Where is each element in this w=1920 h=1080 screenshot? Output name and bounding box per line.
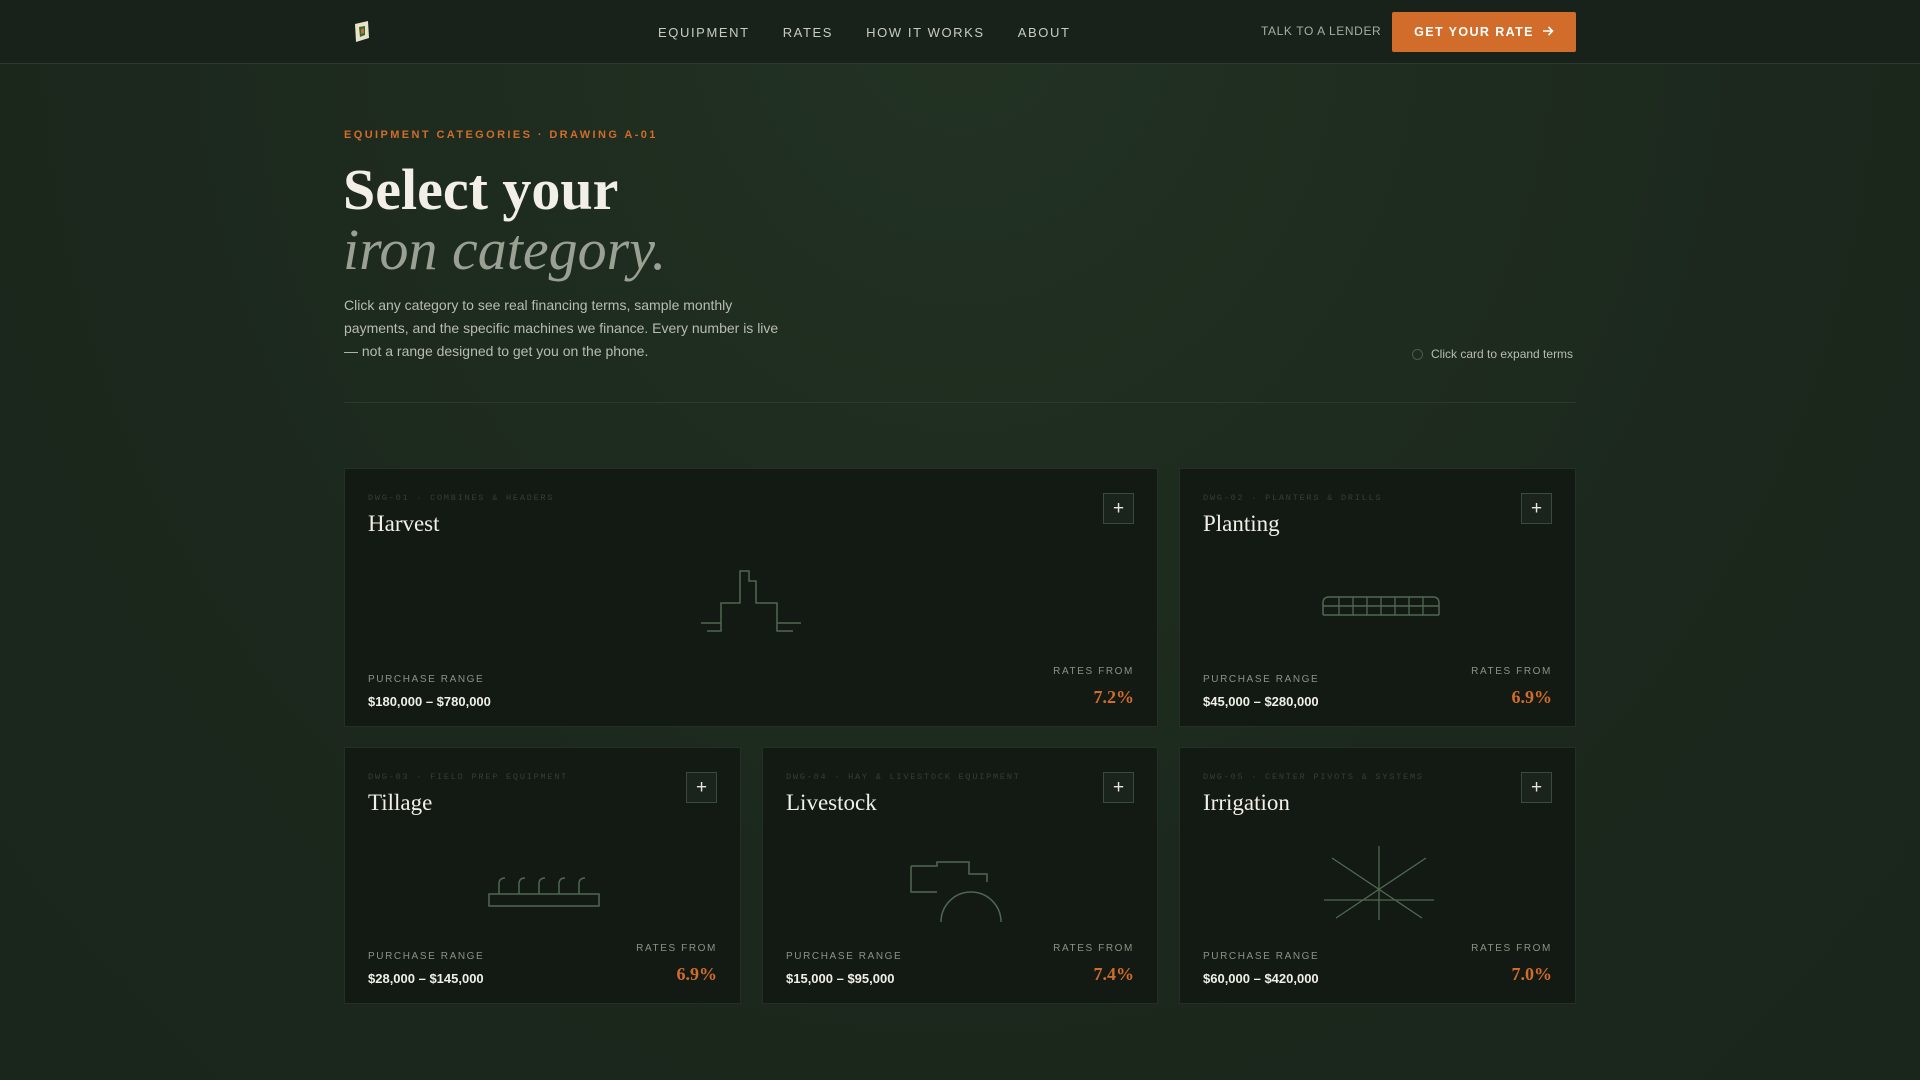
category-card-planting[interactable]: DWG-02 · PLANTERS & DRILLS Planting + PU…: [1179, 468, 1576, 727]
rates-from-label: RATES FROM: [636, 943, 717, 954]
intro-text: Click any category to see real financing…: [344, 297, 779, 359]
nav-link-equipment[interactable]: EQUIPMENT: [658, 25, 750, 40]
tillage-drawing-icon: [487, 874, 601, 913]
combine-drawing-icon: [701, 570, 803, 640]
section-eyebrow: EQUIPMENT CATEGORIES · DRAWING A-01: [344, 129, 658, 141]
purchase-range-label: PURCHASE RANGE: [1203, 674, 1320, 685]
expand-plus-icon[interactable]: +: [1521, 772, 1552, 803]
card-code: DWG-03 · FIELD PREP EQUIPMENT: [368, 772, 569, 782]
primary-nav: EQUIPMENT RATES HOW IT WORKS ABOUT: [658, 0, 1071, 64]
rate-value: 7.2%: [1093, 687, 1135, 707]
rates-from-label: RATES FROM: [1053, 666, 1134, 677]
card-title: Irrigation: [1203, 790, 1290, 815]
purchase-range-value: $45,000 – $280,000: [1203, 694, 1319, 709]
rates-from-label: RATES FROM: [1471, 666, 1552, 677]
purchase-range-label: PURCHASE RANGE: [368, 951, 485, 962]
purchase-range-value: $60,000 – $420,000: [1203, 971, 1319, 986]
category-card-irrigation[interactable]: DWG-05 · CENTER PIVOTS & SYSTEMS Irrigat…: [1179, 747, 1576, 1004]
page-title-line1: Select your: [343, 157, 619, 222]
divider: [344, 402, 1576, 403]
rate-value: 7.4%: [1093, 964, 1135, 984]
purchase-range-value: $15,000 – $95,000: [786, 971, 895, 986]
info-dot-icon: [1412, 348, 1423, 360]
expand-plus-icon[interactable]: +: [686, 772, 717, 803]
pivot-drawing-icon: [1322, 844, 1436, 927]
purchase-range-label: PURCHASE RANGE: [368, 674, 485, 685]
purchase-range-label: PURCHASE RANGE: [1203, 951, 1320, 962]
card-code: DWG-05 · CENTER PIVOTS & SYSTEMS: [1203, 772, 1424, 782]
expand-plus-icon[interactable]: +: [1103, 772, 1134, 803]
rates-from-label: RATES FROM: [1053, 943, 1134, 954]
category-card-tillage[interactable]: DWG-03 · FIELD PREP EQUIPMENT Tillage + …: [344, 747, 741, 1004]
category-card-livestock[interactable]: DWG-04 · HAY & LIVESTOCK EQUIPMENT Lives…: [762, 747, 1158, 1004]
baler-drawing-icon: [909, 860, 1005, 929]
purchase-range-label: PURCHASE RANGE: [786, 951, 903, 962]
card-title: Planting: [1203, 511, 1280, 536]
nav-link-how-it-works[interactable]: HOW IT WORKS: [866, 25, 985, 40]
expand-hint: Click card to expand terms: [1412, 347, 1573, 361]
card-code: DWG-02 · PLANTERS & DRILLS: [1203, 493, 1383, 503]
card-code: DWG-01 · COMBINES & HEADERS: [368, 493, 555, 503]
talk-to-lender-link[interactable]: TALK TO A LENDER: [1261, 24, 1381, 38]
top-nav: EQUIPMENT RATES HOW IT WORKS ABOUT TALK …: [0, 0, 1920, 64]
rate-value: 6.9%: [1511, 687, 1553, 707]
rates-from-label: RATES FROM: [1471, 943, 1552, 954]
nav-link-rates[interactable]: RATES: [783, 25, 833, 40]
card-title: Harvest: [368, 511, 440, 536]
card-title: Tillage: [368, 790, 433, 815]
arrow-right-icon: [1542, 25, 1554, 40]
purchase-range-value: $180,000 – $780,000: [368, 694, 491, 709]
card-title: Livestock: [786, 790, 877, 815]
expand-plus-icon[interactable]: +: [1521, 493, 1552, 524]
logo-icon[interactable]: [352, 20, 372, 44]
category-card-harvest[interactable]: DWG-01 · COMBINES & HEADERS Harvest + PU…: [344, 468, 1158, 727]
get-your-rate-button[interactable]: GET YOUR RATE: [1392, 12, 1576, 52]
rate-value: 7.0%: [1511, 964, 1553, 984]
planter-drawing-icon: [1322, 595, 1440, 622]
purchase-range-value: $28,000 – $145,000: [368, 971, 484, 986]
expand-hint-text: Click card to expand terms: [1431, 347, 1574, 361]
nav-link-about[interactable]: ABOUT: [1018, 25, 1071, 40]
expand-plus-icon[interactable]: +: [1103, 493, 1134, 524]
page-title-line2: iron category.: [343, 217, 667, 282]
rate-value: 6.9%: [676, 964, 718, 984]
card-code: DWG-04 · HAY & LIVESTOCK EQUIPMENT: [786, 772, 1021, 782]
get-your-rate-label: GET YOUR RATE: [1414, 25, 1534, 39]
